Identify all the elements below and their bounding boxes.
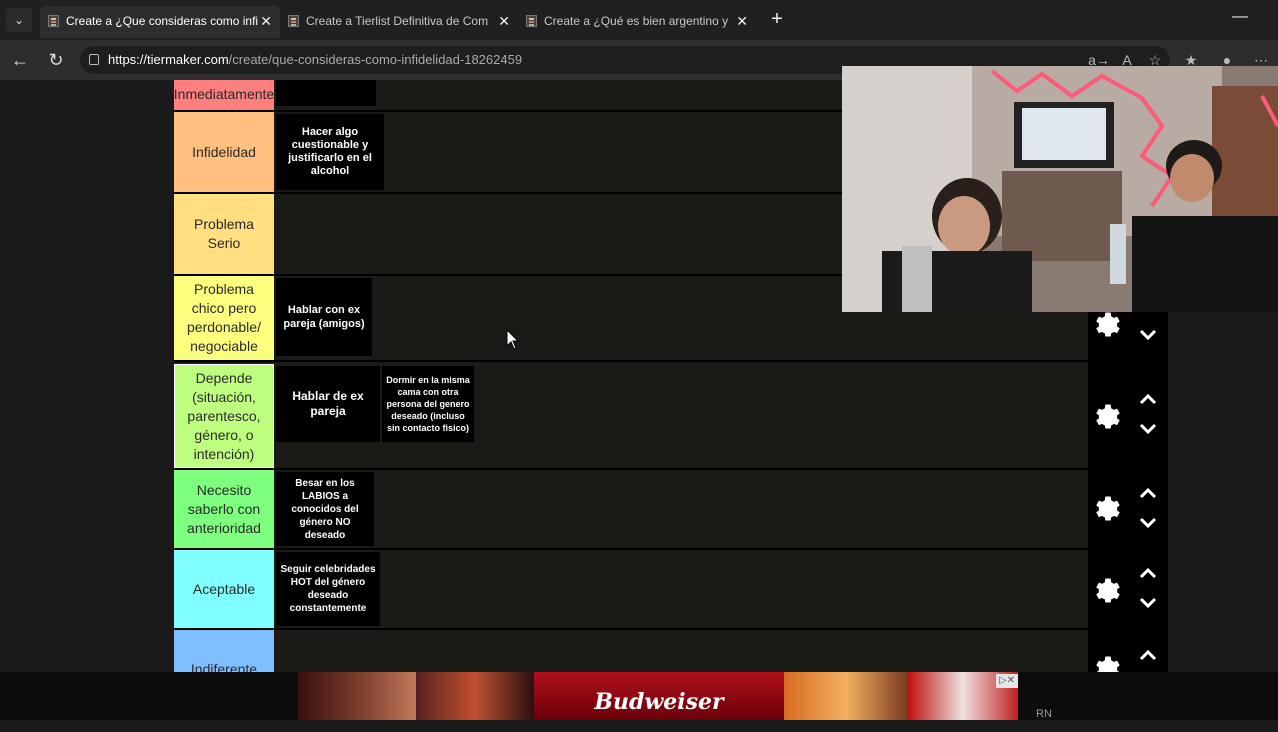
browser-tab-bar: ⌄ Create a ¿Que consideras como infi ✕ C… [0, 0, 1278, 40]
tab-tierlist-infidelidad[interactable]: Create a ¿Que consideras como infi ✕ [40, 6, 280, 38]
tier-item-text: Hablar de ex pareja [292, 389, 364, 418]
tier-label-text: Problema chico pero perdonable/ negociab… [187, 281, 261, 354]
chevron-down-icon[interactable] [1132, 420, 1164, 438]
tier-row-indiferente: Indiferente [174, 630, 1088, 672]
tier-item[interactable] [276, 80, 376, 106]
tier-item[interactable]: Hablar con ex pareja (amigos) [276, 278, 372, 356]
tier-label-problema-serio[interactable]: Problema Serio [174, 194, 274, 274]
tab-title: Create a ¿Que consideras como infi [66, 14, 259, 28]
chevron-up-icon[interactable] [1132, 564, 1164, 582]
url-host: https://tiermaker.com [108, 52, 229, 67]
ad-image-party[interactable] [416, 672, 534, 720]
minimize-window-icon[interactable]: — [1232, 8, 1248, 26]
tier-label-text: Inmediatamente [173, 86, 275, 102]
tier-label-text: Depende (situación, parentesco, género, … [187, 369, 261, 462]
chevron-up-icon[interactable] [1132, 646, 1164, 664]
chevron-down-icon[interactable] [1132, 514, 1164, 532]
gear-icon[interactable] [1092, 652, 1124, 672]
new-tab-plus-icon[interactable]: + [766, 8, 788, 32]
gear-icon[interactable] [1092, 400, 1124, 432]
tier-label-text: Problema Serio [194, 216, 254, 251]
close-tab-icon[interactable]: ✕ [260, 6, 272, 36]
chevron-up-icon[interactable] [1132, 390, 1164, 408]
url-path: /create/que-consideras-como-infidelidad-… [228, 52, 523, 67]
tier-controls-column [1088, 312, 1168, 672]
webcam-overlay [842, 66, 1278, 312]
tier-label-text: Infidelidad [192, 143, 256, 160]
mouse-cursor-icon [506, 329, 520, 350]
corner-text: RN [1036, 708, 1052, 720]
tier-label-inmediatamente[interactable]: Inmediatamente [174, 80, 274, 110]
tier-label-indiferente[interactable]: Indiferente [174, 630, 274, 672]
tiermaker-favicon-icon [48, 15, 59, 27]
gear-icon[interactable] [1092, 492, 1124, 524]
ad-image-party[interactable] [298, 672, 416, 720]
back-arrow-icon[interactable]: ← [8, 48, 32, 72]
tier-label-infidelidad[interactable]: Infidelidad [174, 112, 274, 192]
tiermaker-favicon-icon [526, 15, 537, 27]
ad-banner[interactable]: Budweiser ▷✕ [0, 672, 1278, 720]
ad-brand-logo[interactable]: Budweiser [534, 672, 784, 720]
tier-item[interactable]: Besar en los LABIOS a conocidos del géne… [276, 472, 374, 546]
gear-icon[interactable] [1092, 574, 1124, 606]
webcam-scene-image [842, 66, 1278, 312]
tier-item-text: Hacer algo cuestionable y justificarlo e… [288, 126, 372, 177]
tiermaker-favicon-icon [288, 15, 299, 27]
ad-image-party[interactable] [784, 672, 908, 720]
ad-close-icon[interactable]: ▷✕ [996, 674, 1018, 688]
tab-bien-argentino[interactable]: Create a ¿Qué es bien argentino y ✕ [518, 6, 756, 38]
chevron-up-icon[interactable] [1132, 484, 1164, 502]
tab-title: Create a Tierlist Definitiva de Com [306, 14, 489, 28]
tier-item-text: Besar en los LABIOS a conocidos del géne… [291, 477, 359, 541]
tier-item[interactable]: Hablar de ex pareja [276, 366, 380, 442]
chevron-down-icon[interactable] [1132, 326, 1164, 344]
tier-item-text: Hablar con ex pareja (amigos) [283, 304, 365, 330]
close-tab-icon[interactable]: ✕ [736, 6, 748, 36]
tab-actions-chevron-icon[interactable]: ⌄ [6, 8, 32, 32]
tier-row-necesito-saberlo: Necesito saberlo con anterioridad Besar … [174, 470, 1088, 550]
tier-label-aceptable[interactable]: Aceptable [174, 550, 274, 628]
tab-title: Create a ¿Qué es bien argentino y [544, 14, 729, 28]
tier-item[interactable]: Dormir en la misma cama con otra persona… [382, 366, 474, 442]
gear-icon[interactable] [1092, 308, 1124, 340]
tier-label-problema-chico[interactable]: Problema chico pero perdonable/ negociab… [174, 276, 274, 360]
tier-label-necesito-saberlo[interactable]: Necesito saberlo con anterioridad [174, 470, 274, 548]
tier-label-text: Indiferente [190, 661, 258, 672]
tier-item[interactable]: Seguir celebridades HOT del género desea… [276, 552, 380, 626]
tier-label-text: Aceptable [192, 580, 256, 597]
tier-row-aceptable: Aceptable Seguir celebridades HOT del gé… [174, 550, 1088, 630]
tier-item-text: Dormir en la misma cama con otra persona… [386, 375, 470, 433]
close-tab-icon[interactable]: ✕ [498, 6, 510, 36]
tier-label-text: Necesito saberlo con anterioridad [187, 481, 261, 536]
tier-row-depende: Depende (situación, parentesco, género, … [174, 364, 1088, 470]
tier-item[interactable]: Hacer algo cuestionable y justificarlo e… [276, 114, 384, 190]
chevron-down-icon[interactable] [1132, 594, 1164, 612]
refresh-icon[interactable]: ↻ [44, 48, 68, 72]
tab-tierlist-definitiva[interactable]: Create a Tierlist Definitiva de Com ✕ [280, 6, 518, 38]
tier-label-depende[interactable]: Depende (situación, parentesco, género, … [174, 364, 274, 468]
lock-icon [89, 54, 99, 65]
tier-item-text: Seguir celebridades HOT del género desea… [280, 564, 376, 614]
